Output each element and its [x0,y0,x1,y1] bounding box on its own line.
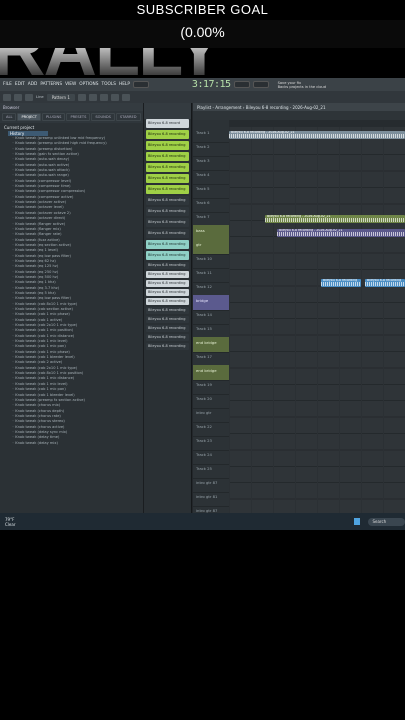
add-pattern-icon[interactable] [77,93,86,101]
channel-button[interactable]: Bileyou 6-8 record [146,119,189,128]
browser-tabs: ALL PROJECT PLUGINS PRESETS SOUNDS STARR… [0,111,143,123]
pattern-selector[interactable]: Pattern 1 [46,93,75,101]
channel-button[interactable]: Bileyou 6-8 recording [146,262,189,269]
channel-button[interactable]: Bileyou 6-8 recording [146,298,189,305]
menu-tools[interactable]: TOOLS [101,82,116,87]
channel-button[interactable]: Bileyou 6-8 recording [146,130,189,139]
cpu-meter [252,81,269,88]
channel-rack-header [144,103,191,119]
channel-button[interactable]: Bileyou 6-8 recording [146,163,189,172]
channel-button[interactable]: Bileyou 6-8 recording [146,307,189,314]
goal-percent: (0.00% [180,24,225,40]
tab-project[interactable]: PROJECT [17,113,41,121]
channel-rack-icon[interactable] [110,93,119,101]
menu-help[interactable]: HELP [119,82,130,87]
channel-rack: Bileyou 6-8 record Bileyou 6-8 recording B… [144,103,192,516]
menu-edit[interactable]: EDIT [15,82,25,87]
windows-start-icon[interactable] [354,518,361,525]
channel-button[interactable]: Bileyou 6-8 recording [146,218,189,227]
channel-button[interactable]: Bileyou 6-8 recording [146,271,189,278]
audio-waveform [365,282,405,286]
play-button[interactable] [132,81,149,88]
subscriber-goal-title: SUBSCRIBER GOAL [136,2,269,17]
channel-button[interactable]: Bileyou 6-8 recording [146,280,189,287]
tab-plugins[interactable]: PLUGINS [42,113,66,121]
snap-icon[interactable] [25,93,33,101]
playlist-title: Playlist - Arrangement › Bileyou 6-8 rec… [193,103,405,111]
menu-view[interactable]: VIEW [65,82,76,87]
browser-header: Browser [0,103,143,111]
browser-panel: Browser ALL PROJECT PLUGINS PRESETS SOUN… [0,103,144,516]
menu-add[interactable]: ADD [28,82,38,87]
taskbar-search[interactable]: Search [368,517,405,526]
audio-waveform [265,218,405,222]
fl-studio-window: FILE EDIT ADD PATTERNS VIEW OPTIONS TOOL… [0,78,405,528]
history-item[interactable]: Knob tweak (delay mix) [12,441,139,446]
channel-button[interactable]: Bileyou 6-8 recording [146,240,189,249]
tempo-display[interactable] [233,81,250,88]
record-icon[interactable] [3,93,11,101]
main-menu-bar: FILE EDIT ADD PATTERNS VIEW OPTIONS TOOL… [0,78,405,91]
line-label[interactable]: Line [36,95,44,99]
menu-file[interactable]: FILE [3,82,12,87]
timeline-ruler[interactable] [229,120,405,127]
tab-sounds[interactable]: SOUNDS [91,113,115,121]
metronome-icon[interactable] [14,93,22,101]
audio-waveform [277,232,405,236]
current-project-node[interactable]: Current project [4,125,139,130]
history-tree: Current project History Knob tweak (prea… [0,123,143,448]
channel-list: Bileyou 6-8 record Bileyou 6-8 recording B… [144,119,191,350]
track-headers: Track 1 Track 2 Track 3 Track 4 Track 5 Track… [193,120,229,516]
history-list: Knob tweak (preamp unlinked low mid freq… [4,136,139,446]
tab-starred[interactable]: STARRED [115,113,141,121]
playlist-grid[interactable]: Bileyou 6-8 recording - 2026-Aug-02_21 Bi… [229,127,405,516]
channel-button[interactable]: Bileyou 6-8 recording [146,251,189,260]
audio-clip[interactable]: Bileyou 6-8 recording [321,279,361,287]
playlist-toolbar [193,111,405,120]
cloud-tip: Save your fix Backs projects in the cloud [277,80,326,89]
channel-button[interactable]: Bileyou 6-8 recording [146,196,189,205]
channel-button[interactable]: Bileyou 6-8 recording [146,316,189,323]
video-frame: RALLY SUBSCRIBER GOAL (0.00% FILE EDIT A… [0,0,405,720]
weather-widget[interactable]: 79°F Clear [5,517,24,527]
channel-button[interactable]: Bileyou 6-8 recording [146,229,189,238]
playlist-window: Playlist - Arrangement › Bileyou 6-8 rec… [193,103,405,516]
tab-all[interactable]: ALL [2,113,17,121]
channel-button[interactable]: Bileyou 6-8 recording [146,343,189,350]
audio-clip[interactable]: Bileyou 6-8 recording - 2026-Aug-02_21 [229,131,405,139]
menu-patterns[interactable]: PATTERNS [40,82,62,87]
audio-clip[interactable]: Bileyou 6-8 recording - 2026-Aug-02_21 [265,215,405,223]
channel-button[interactable]: Bileyou 6-8 recording [146,141,189,150]
audio-waveform [229,134,405,138]
channel-button[interactable]: Bileyou 6-8 recording [146,185,189,194]
song-time-display: 3:17:15 [191,79,231,90]
playlist-icon[interactable] [121,93,130,101]
channel-button[interactable]: Bileyou 6-8 recording [146,152,189,161]
menu-options[interactable]: OPTIONS [79,82,98,87]
channel-button[interactable]: Bileyou 6-8 recording [146,325,189,332]
channel-button[interactable]: Bileyou 6-8 recording [146,174,189,183]
audio-clip[interactable]: Bileyou 6-8 recording - 2026-Aug-02_21 [277,229,405,237]
channel-button[interactable]: Bileyou 6-8 recording [146,334,189,341]
audio-waveform [321,282,361,286]
tab-presets[interactable]: PRESETS [66,113,91,121]
channel-button[interactable]: Bileyou 6-8 recording [146,289,189,296]
mixer-icon[interactable] [88,93,97,101]
audio-clip[interactable]: Bileyou 6-8 recording [365,279,405,287]
piano-roll-icon[interactable] [99,93,108,101]
subscriber-goal-bar: (0.00% [0,20,405,48]
secondary-toolbar: Line Pattern 1 [0,91,405,103]
windows-taskbar: 79°F Clear Search [0,513,405,530]
channel-button[interactable]: Bileyou 6-8 recording [146,207,189,216]
